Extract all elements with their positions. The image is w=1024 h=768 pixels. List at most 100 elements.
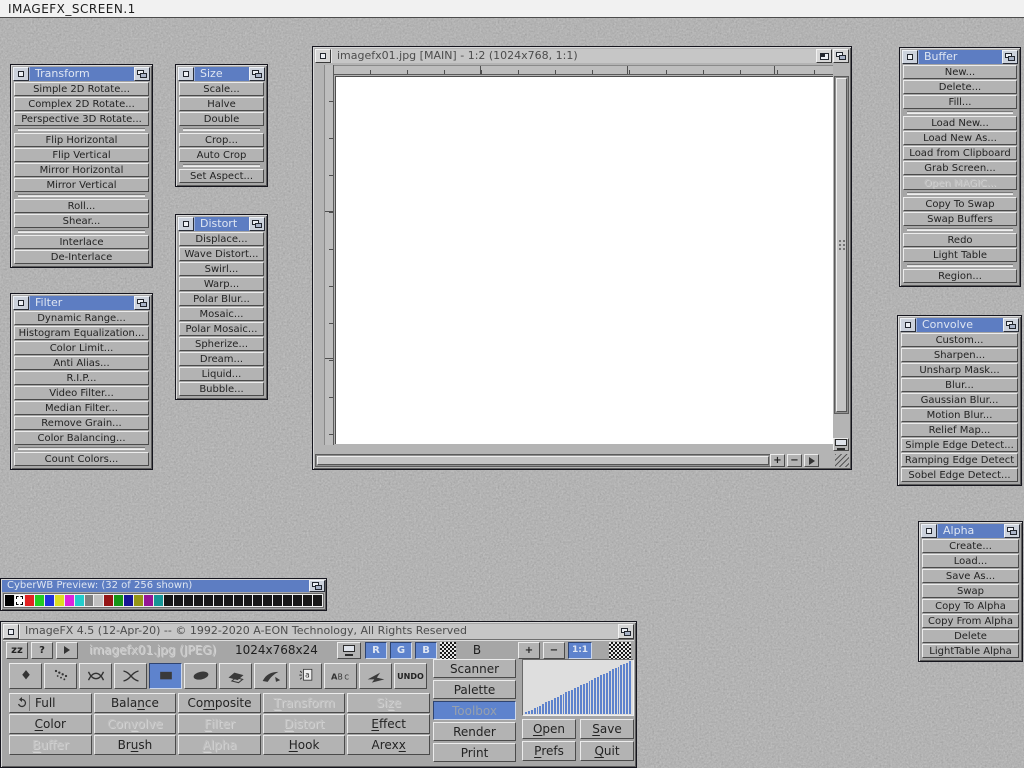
- transform-button-de-interlace[interactable]: De-Interlace: [14, 250, 149, 264]
- toolbar-titlebar[interactable]: ImageFX 4.5 (12-Apr-20) -- © 1992-2020 A…: [3, 624, 634, 639]
- buffer-button-load-new-as[interactable]: Load New As...: [903, 131, 1017, 145]
- close-icon[interactable]: [13, 67, 29, 81]
- palette-swatch-4[interactable]: [45, 595, 54, 606]
- grid-button-transform[interactable]: Transform: [263, 693, 346, 713]
- palette-swatch-23[interactable]: [234, 595, 243, 606]
- palette-swatch-20[interactable]: [204, 595, 213, 606]
- close-icon[interactable]: [3, 624, 19, 639]
- zoom-out-button[interactable]: −: [787, 454, 802, 467]
- action-button-open[interactable]: Open: [522, 719, 576, 739]
- side-button-toolbox[interactable]: Toolbox: [433, 701, 516, 720]
- grid-button-effect[interactable]: Effect: [347, 714, 430, 734]
- action-button-prefs[interactable]: Prefs: [522, 741, 576, 761]
- convolve-button-relief-map[interactable]: Relief Map...: [901, 423, 1018, 437]
- palette-swatch-12[interactable]: [124, 595, 133, 606]
- channel-b-button[interactable]: B: [415, 642, 437, 659]
- buffer-button-fill[interactable]: Fill...: [903, 95, 1017, 109]
- convolve-button-blur[interactable]: Blur...: [901, 378, 1018, 392]
- panel-titlebar[interactable]: Buffer: [902, 50, 1018, 64]
- buffer-button-redo[interactable]: Redo: [903, 233, 1017, 247]
- depth-icon[interactable]: [1002, 50, 1018, 64]
- convolve-button-simple-edge-detect[interactable]: Simple Edge Detect...: [901, 438, 1018, 452]
- action-button-quit[interactable]: Quit: [580, 741, 634, 761]
- close-icon[interactable]: [921, 524, 937, 538]
- distort-button-bubble[interactable]: Bubble...: [179, 382, 264, 396]
- alpha-button-swap[interactable]: Swap: [922, 584, 1019, 598]
- palette-swatch-6[interactable]: [65, 595, 74, 606]
- transform-button-shear[interactable]: Shear...: [14, 214, 149, 228]
- palette-swatch-29[interactable]: [293, 595, 302, 606]
- depth-icon[interactable]: [618, 624, 634, 639]
- filter-button-video-filter[interactable]: Video Filter...: [14, 386, 149, 400]
- palette-swatch-27[interactable]: [273, 595, 282, 606]
- grid-button-brush[interactable]: Brush: [94, 735, 177, 755]
- oval-tool-icon[interactable]: [184, 663, 217, 689]
- horizontal-scrollbar[interactable]: [315, 454, 785, 467]
- transform-button-perspective-3d-rotate[interactable]: Perspective 3D Rotate...: [14, 112, 149, 126]
- grid-button-full[interactable]: Full: [9, 693, 92, 713]
- convolve-button-gaussian-blur[interactable]: Gaussian Blur...: [901, 393, 1018, 407]
- grid-button-arexx[interactable]: Arexx: [347, 735, 430, 755]
- side-button-palette[interactable]: Palette: [433, 680, 516, 699]
- close-icon[interactable]: [315, 49, 331, 63]
- buffer-button-swap-buffers[interactable]: Swap Buffers: [903, 212, 1017, 226]
- palette-swatch-15[interactable]: [154, 595, 163, 606]
- palette-swatch-3[interactable]: [35, 595, 44, 606]
- grid-button-alpha[interactable]: Alpha: [178, 735, 261, 755]
- panel-titlebar[interactable]: Alpha: [921, 524, 1020, 538]
- zoom-one-to-one-button[interactable]: 1:1: [568, 642, 592, 659]
- filter-button-remove-grain[interactable]: Remove Grain...: [14, 416, 149, 430]
- zoom-in-button[interactable]: +: [770, 454, 785, 467]
- screen-titlebar[interactable]: IMAGEFX_SCREEN.1: [0, 0, 1024, 18]
- alpha-button-copy-from-alpha[interactable]: Copy From Alpha: [922, 614, 1019, 628]
- depth-icon[interactable]: [309, 580, 325, 592]
- palette-swatch-1[interactable]: [15, 595, 24, 606]
- horizontal-scrollbar-thumb[interactable]: [317, 456, 769, 465]
- close-icon[interactable]: [902, 50, 918, 64]
- palette-swatch-16[interactable]: [164, 595, 173, 606]
- zoom-window-icon[interactable]: [816, 49, 832, 63]
- side-button-scanner[interactable]: Scanner: [433, 659, 516, 678]
- text-tool-icon[interactable]: ABC: [324, 663, 357, 689]
- filter-button-color-limit[interactable]: Color Limit...: [14, 341, 149, 355]
- resize-corner[interactable]: [835, 454, 849, 467]
- pointer-tool-icon[interactable]: [9, 663, 42, 689]
- size-button-crop[interactable]: Crop...: [179, 133, 264, 147]
- alpha-button-load[interactable]: Load...: [922, 554, 1019, 568]
- curve-cut-tool-icon[interactable]: [114, 663, 147, 689]
- panel-titlebar[interactable]: Distort: [178, 217, 265, 231]
- airbrush-tool-icon[interactable]: [44, 663, 77, 689]
- transform-button-flip-vertical[interactable]: Flip Vertical: [14, 148, 149, 162]
- palette-swatch-0[interactable]: [5, 595, 14, 606]
- palette-swatch-31[interactable]: [313, 595, 322, 606]
- filter-button-dynamic-range[interactable]: Dynamic Range...: [14, 311, 149, 325]
- palette-swatch-30[interactable]: [303, 595, 312, 606]
- grid-button-balance[interactable]: Balance: [94, 693, 177, 713]
- convolve-button-motion-blur[interactable]: Motion Blur...: [901, 408, 1018, 422]
- filter-button-count-colors[interactable]: Count Colors...: [14, 452, 149, 466]
- grid-button-distort[interactable]: Distort: [263, 714, 346, 734]
- palette-swatch-18[interactable]: [184, 595, 193, 606]
- action-button-save[interactable]: Save: [580, 719, 634, 739]
- fill-tool-icon[interactable]: [254, 663, 287, 689]
- side-button-print[interactable]: Print: [433, 743, 516, 762]
- filter-button-histogram-equalization[interactable]: Histogram Equalization...: [14, 326, 149, 340]
- size-button-halve[interactable]: Halve: [179, 97, 264, 111]
- main-window-titlebar[interactable]: imagefx01.jpg [MAIN] - 1:2 (1024x768, 1:…: [315, 49, 849, 63]
- depth-icon[interactable]: [1004, 524, 1020, 538]
- freehand-cut-tool-icon[interactable]: [79, 663, 112, 689]
- clone-tool-icon[interactable]: a: [289, 663, 322, 689]
- depth-icon[interactable]: [833, 49, 849, 63]
- grid-button-hook[interactable]: Hook: [263, 735, 346, 755]
- palette-swatch-14[interactable]: [144, 595, 153, 606]
- palette-swatch-11[interactable]: [114, 595, 123, 606]
- buffer-button-load-new[interactable]: Load New...: [903, 116, 1017, 130]
- distort-button-polar-blur[interactable]: Polar Blur...: [179, 292, 264, 306]
- grid-button-composite[interactable]: Composite: [178, 693, 261, 713]
- help-button[interactable]: ?: [31, 642, 53, 659]
- palette-swatch-5[interactable]: [55, 595, 64, 606]
- transform-button-flip-horizontal[interactable]: Flip Horizontal: [14, 133, 149, 147]
- depth-icon[interactable]: [249, 67, 265, 81]
- alpha-button-lighttable-alpha[interactable]: LightTable Alpha: [922, 644, 1019, 658]
- distort-button-polar-mosaic[interactable]: Polar Mosaic...: [179, 322, 264, 336]
